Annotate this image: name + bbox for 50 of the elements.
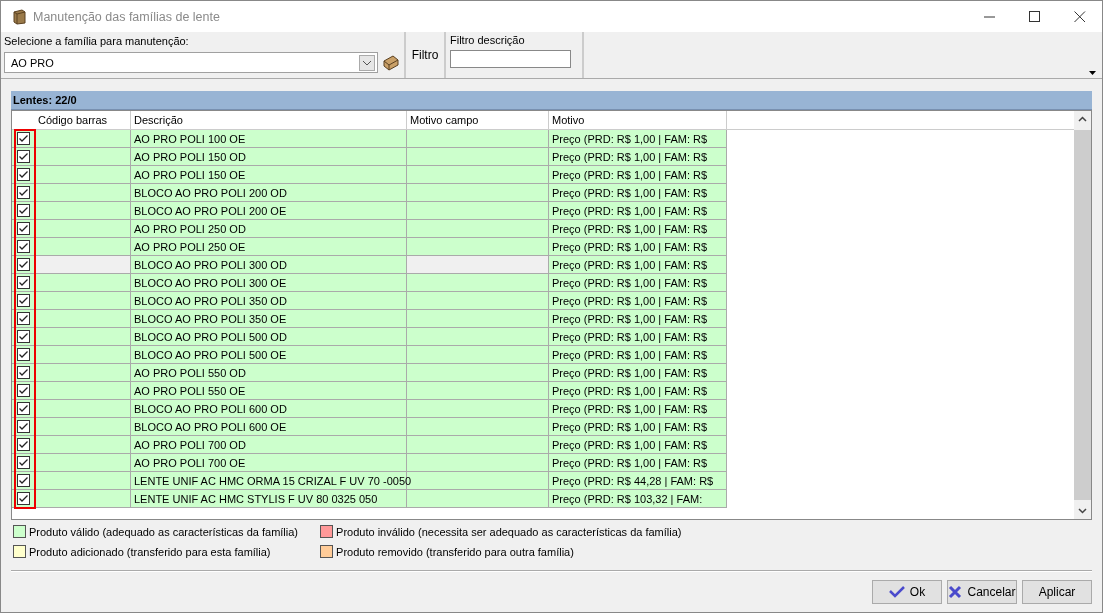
checkbox[interactable] (16, 474, 30, 487)
column-header[interactable]: Motivo campo (407, 111, 549, 129)
legend-label: Produto adicionado (transferido para esta família) (29, 545, 271, 558)
dropdown-arrow-icon[interactable] (1089, 71, 1096, 75)
close-icon[interactable] (1074, 10, 1086, 23)
checkbox[interactable] (16, 204, 30, 217)
column-header[interactable]: Motivo (549, 111, 727, 129)
checkbox[interactable] (16, 168, 30, 181)
family-label: Selecione a família para manutenção: (4, 35, 190, 47)
checkbox[interactable] (16, 150, 30, 163)
lenses-header: Lentes: 22/0 (11, 91, 1092, 110)
checkbox[interactable] (16, 258, 30, 271)
table-cell: Preço (PRD: R$ 103,32 | FAM: (549, 490, 727, 508)
checkbox[interactable] (16, 492, 30, 505)
checkbox[interactable] (16, 132, 30, 145)
window-title: Manutenção das famílias de lente (33, 9, 220, 24)
legend-label: Produto removido (transferido para outra família) (336, 545, 574, 558)
checkmark-icon (888, 586, 905, 598)
legend-label: Produto inválido (necessita ser adequado as características da família) (336, 525, 682, 538)
checkbox[interactable] (16, 366, 30, 379)
checkbox[interactable] (16, 186, 30, 199)
checkbox[interactable] (16, 276, 30, 289)
checkbox[interactable] (16, 456, 30, 469)
checkbox[interactable] (16, 330, 30, 343)
checkbox[interactable] (16, 402, 30, 415)
table-cell: LENTE UNIF AC HMC STYLIS F UV 80 0325 050 (131, 490, 407, 508)
checkbox[interactable] (16, 348, 30, 361)
maximize-icon[interactable] (1029, 10, 1041, 23)
family-dropdown[interactable]: AO PRO (4, 52, 378, 73)
cancel-button[interactable]: Cancelar (947, 580, 1017, 604)
checkbox[interactable] (16, 294, 30, 307)
filter-label: Filtro descrição (450, 34, 526, 46)
scroll-down-icon[interactable] (1078, 508, 1087, 514)
column-header[interactable]: Código barras (35, 111, 131, 129)
checkbox[interactable] (16, 420, 30, 433)
column-header[interactable]: Descrição (131, 111, 407, 129)
chevron-down-icon[interactable] (359, 54, 375, 71)
legend-label: Produto válido (adequado as características da família) (29, 525, 299, 538)
vertical-scrollbar[interactable] (1074, 111, 1091, 519)
checkbox[interactable] (16, 222, 30, 235)
filter-input[interactable] (450, 50, 571, 68)
checkbox[interactable] (16, 240, 30, 253)
checkbox[interactable] (16, 438, 30, 451)
ok-button[interactable]: Ok (872, 580, 942, 604)
apply-button[interactable]: Aplicar (1022, 580, 1092, 604)
scroll-up-icon[interactable] (1078, 116, 1087, 122)
close-icon (948, 585, 963, 599)
checkbox[interactable] (16, 384, 30, 397)
book-icon (11, 8, 27, 25)
checkbox[interactable] (16, 312, 30, 325)
